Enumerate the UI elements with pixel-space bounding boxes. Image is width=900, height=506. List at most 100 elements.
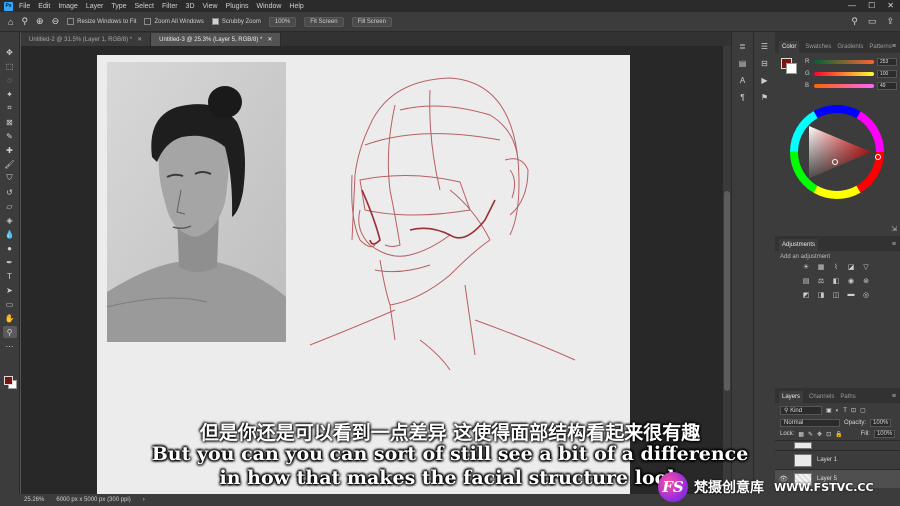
status-arrow-icon[interactable]: › (143, 497, 145, 503)
channel-mixer-icon[interactable]: ⊛ (861, 277, 871, 286)
resize-windows-checkbox[interactable]: Resize Windows to Fit (67, 18, 136, 25)
paragraph-icon[interactable]: ¶ (740, 93, 744, 102)
maximize-icon[interactable]: ☐ (868, 1, 875, 10)
green-slider[interactable] (814, 72, 874, 76)
clone-stamp-tool-icon[interactable]: ⛉ (3, 172, 17, 184)
magic-wand-tool-icon[interactable]: ✦ (3, 88, 17, 100)
panel-menu-icon[interactable]: ≡ (892, 393, 896, 400)
panel-menu-icon[interactable]: ≡ (892, 43, 896, 50)
menu-filter[interactable]: Filter (162, 3, 178, 10)
home-icon[interactable]: ⌂ (8, 17, 13, 27)
menu-help[interactable]: Help (289, 3, 303, 10)
tab-color[interactable]: Color (779, 40, 800, 53)
zoom-out-icon[interactable]: ⊖ (52, 16, 60, 27)
tab-adjustments[interactable]: Adjustments (779, 238, 819, 251)
zoom-100-button[interactable]: 100% (268, 16, 297, 27)
gradient-map-icon[interactable]: ▬ (846, 291, 856, 300)
search-icon[interactable]: ⚲ (851, 16, 858, 27)
close-tab-icon[interactable]: ✕ (137, 36, 142, 43)
tab-channels[interactable]: Channels (809, 394, 834, 400)
eraser-tool-icon[interactable]: ▱ (3, 200, 17, 212)
tab-layers[interactable]: Layers (779, 390, 804, 403)
levels-icon[interactable]: ▦ (816, 263, 826, 272)
green-value-input[interactable]: 100 (877, 70, 897, 78)
frame-tool-icon[interactable]: ⊠ (3, 116, 17, 128)
paint-bucket-tool-icon[interactable]: ◈ (3, 214, 17, 226)
tab-untitled-3[interactable]: Untitled-3 @ 25.3% (Layer 5, RGB/8) * ✕ (151, 33, 282, 46)
invert-icon[interactable]: ◩ (801, 291, 811, 300)
tool-presets-icon[interactable]: ⚑ (761, 93, 768, 102)
blue-value-input[interactable]: 49 (877, 82, 897, 90)
panel-menu-icon[interactable]: ≡ (892, 241, 896, 248)
tab-patterns[interactable]: Patterns (869, 44, 891, 50)
exposure-icon[interactable]: ◪ (846, 263, 856, 272)
posterize-icon[interactable]: ◨ (816, 291, 826, 300)
crop-tool-icon[interactable]: ⌗ (3, 102, 17, 114)
filter-shape-icon[interactable]: ⊡ (851, 407, 856, 414)
hand-tool-icon[interactable]: ✋ (3, 312, 17, 324)
zoom-tool-active-icon[interactable]: ⚲ (2, 326, 17, 338)
character-icon[interactable]: A (740, 76, 745, 85)
menu-edit[interactable]: Edit (38, 3, 50, 10)
tab-swatches[interactable]: Swatches (805, 44, 831, 50)
properties-icon[interactable]: ☰ (761, 42, 768, 51)
fill-screen-button[interactable]: Fill Screen (351, 16, 392, 27)
minimize-icon[interactable]: — (848, 1, 856, 10)
menu-plugins[interactable]: Plugins (226, 3, 249, 10)
menu-select[interactable]: Select (135, 3, 154, 10)
filter-type-icon[interactable]: T (843, 408, 847, 414)
menu-window[interactable]: Window (257, 3, 282, 10)
workspace-icon[interactable]: ▭ (868, 16, 877, 27)
color-options-icon[interactable]: ⇲ (891, 225, 897, 233)
zoom-tool-icon[interactable]: ⚲ (21, 16, 28, 27)
scrubby-zoom-checkbox[interactable]: Scrubby Zoom (211, 18, 261, 25)
curves-icon[interactable]: ⌇ (831, 263, 841, 272)
threshold-icon[interactable]: ◫ (831, 291, 841, 300)
history-icon[interactable]: ≣ (739, 42, 746, 51)
more-tools-icon[interactable]: ⋯ (3, 340, 17, 352)
tab-gradients[interactable]: Gradients (837, 44, 863, 50)
vibrance-icon[interactable]: ▽ (861, 263, 871, 272)
photoshop-logo-icon[interactable]: Ps (4, 1, 13, 11)
lasso-tool-icon[interactable]: ◌ (3, 74, 17, 86)
menu-3d[interactable]: 3D (186, 3, 195, 10)
scrollbar-thumb[interactable] (724, 191, 730, 391)
zoom-in-icon[interactable]: ⊕ (36, 16, 44, 27)
color-balance-icon[interactable]: ⚖ (816, 277, 826, 286)
type-tool-icon[interactable]: T (3, 270, 17, 282)
photo-filter-icon[interactable]: ◉ (846, 277, 856, 286)
menu-layer[interactable]: Layer (86, 3, 104, 10)
close-icon[interactable]: ✕ (887, 1, 894, 10)
pen-tool-icon[interactable]: ✒ (3, 256, 17, 268)
kind-filter-select[interactable]: ⚲ Kind (780, 406, 822, 415)
menu-file[interactable]: File (19, 3, 30, 10)
tab-untitled-2[interactable]: Untitled-2 @ 31.5% (Layer 1, RGB/8) * ✕ (21, 33, 152, 46)
healing-brush-tool-icon[interactable]: ✚ (3, 144, 17, 156)
brightness-icon[interactable]: ☀ (801, 263, 811, 272)
red-value-input[interactable]: 253 (877, 58, 897, 66)
brush-tool-icon[interactable]: 🖌 (3, 158, 17, 170)
marquee-tool-icon[interactable]: ⬚ (3, 60, 17, 72)
zoom-level[interactable]: 25.26% (24, 497, 44, 503)
filter-pixel-icon[interactable]: ▣ (826, 407, 832, 414)
libraries-icon[interactable]: ⊟ (761, 59, 768, 68)
selective-color-icon[interactable]: ◎ (861, 291, 871, 300)
menu-view[interactable]: View (203, 3, 218, 10)
foreground-color-swatch[interactable] (4, 376, 13, 385)
move-tool-icon[interactable]: ✥ (3, 46, 17, 58)
blue-slider[interactable] (814, 84, 874, 88)
share-icon[interactable]: ⇪ (886, 16, 894, 27)
eyedropper-tool-icon[interactable]: ✎ (3, 130, 17, 142)
history-brush-tool-icon[interactable]: ↺ (3, 186, 17, 198)
filter-adjustment-icon[interactable]: ◐ (836, 408, 840, 414)
blur-tool-icon[interactable]: 💧 (3, 228, 17, 240)
black-white-icon[interactable]: ◧ (831, 277, 841, 286)
brush-settings-icon[interactable]: ▤ (739, 59, 747, 68)
menu-image[interactable]: Image (58, 3, 77, 10)
path-selection-tool-icon[interactable]: ➤ (3, 284, 17, 296)
actions-icon[interactable]: ▶ (761, 76, 767, 85)
filter-smart-icon[interactable]: ▢ (860, 407, 866, 414)
hue-saturation-icon[interactable]: ▤ (801, 277, 811, 286)
zoom-all-windows-checkbox[interactable]: Zoom All Windows (144, 18, 204, 25)
rectangle-tool-icon[interactable]: ▭ (3, 298, 17, 310)
